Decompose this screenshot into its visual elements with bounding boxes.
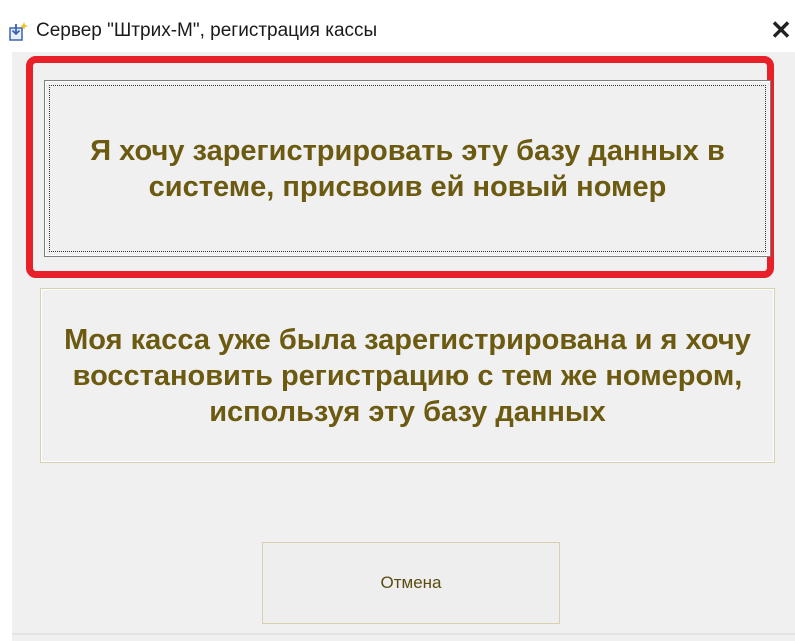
restore-registration-label: Моя касса уже была зарегистрирована и я … (64, 323, 751, 428)
restore-registration-button[interactable]: Моя касса уже была зарегистрирована и я … (40, 288, 775, 463)
register-new-number-label: Я хочу зарегистрировать эту базу данных … (90, 134, 725, 203)
registration-dialog: Сервер "Штрих-М", регистрация кассы ✕ Я … (0, 0, 795, 641)
close-button[interactable]: ✕ (768, 16, 794, 44)
register-new-number-button[interactable]: Я хочу зарегистрировать эту базу данных … (44, 80, 771, 257)
bottom-edge (12, 633, 795, 635)
title-bar[interactable]: Сервер "Штрих-М", регистрация кассы ✕ (0, 0, 795, 52)
close-icon: ✕ (770, 15, 792, 45)
window-title: Сервер "Штрих-М", регистрация кассы (36, 20, 378, 41)
install-package-icon (8, 20, 30, 42)
cancel-button[interactable]: Отмена (262, 542, 560, 624)
cancel-label: Отмена (380, 573, 442, 592)
